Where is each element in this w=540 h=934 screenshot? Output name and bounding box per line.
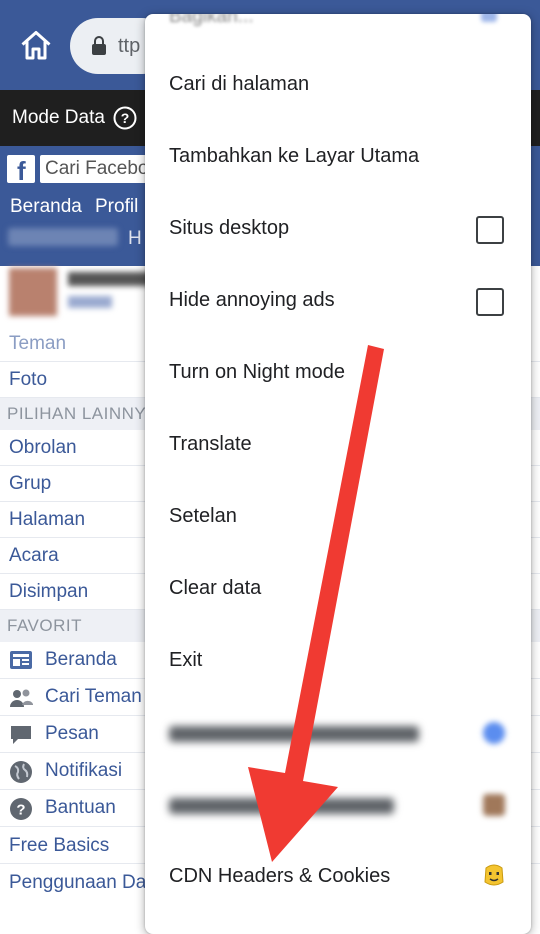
menu-label: Cari di halaman [169,73,310,95]
menu-item-translate[interactable]: Translate [145,410,531,482]
menu-item-add-to-home[interactable]: Tambahkan ke Layar Utama [145,122,531,194]
help-circle-icon[interactable]: ? [113,106,137,130]
menu-item-blurred-extension-1[interactable] [145,698,531,770]
menu-label: CDN Headers & Cookies [169,865,391,887]
menu-item-settings[interactable]: Setelan [145,482,531,554]
list-item-free-basics[interactable]: Free Basics [9,835,109,857]
menu-label: Hide annoying ads [169,289,335,311]
address-text[interactable]: ttp [118,35,140,58]
menu-label: Translate [169,433,252,455]
list-item-teman[interactable]: Teman [9,333,66,355]
globe-icon [10,761,32,783]
menu-item-hide-ads[interactable]: Hide annoying ads [145,266,531,338]
section-more-label: PILIHAN LAINNY [7,404,147,423]
list-item-disimpan[interactable]: Disimpan [9,581,88,603]
blurred-profile-sub [68,296,112,308]
menu-label: Turn on Night mode [169,361,346,383]
menu-item-night-mode[interactable]: Turn on Night mode [145,338,531,410]
blurred-tab [8,228,118,246]
news-feed-icon [10,651,32,669]
friends-icon [10,689,33,707]
help-icon: ? [10,798,32,820]
share-icon [481,14,497,22]
menu-label: Exit [169,649,203,671]
nav-profil[interactable]: Profil [95,196,138,218]
nav-beranda[interactable]: Beranda [10,196,82,218]
extension-icon [483,794,505,816]
fav-beranda[interactable]: Beranda [45,649,117,671]
menu-item-find-in-page[interactable]: Cari di halaman [145,50,531,122]
fav-bantuan[interactable]: Bantuan [45,797,116,819]
menu-label: Situs desktop [169,217,290,239]
blurred-label [169,798,394,814]
list-item-obrolan[interactable]: Obrolan [9,437,77,459]
desktop-site-checkbox[interactable] [476,216,504,244]
blurred-profile-name [68,272,152,286]
avatar[interactable] [9,268,57,316]
menu-label: Setelan [169,505,237,527]
menu-item-blurred-extension-2[interactable] [145,770,531,842]
fav-notifikasi[interactable]: Notifikasi [45,760,122,782]
facebook-logo-icon[interactable]: f [7,155,35,186]
menu-item-desktop-site[interactable]: Situs desktop [145,194,531,266]
list-item-grup[interactable]: Grup [9,473,51,495]
hide-ads-checkbox[interactable] [476,288,504,316]
facebook-search-input[interactable]: Cari Facebo [40,155,160,183]
home-icon[interactable] [18,28,54,64]
data-mode-label: Mode Data [12,107,105,128]
menu-item-exit[interactable]: Exit [145,626,531,698]
message-icon [11,726,31,744]
nav-partial[interactable]: H [128,228,142,250]
menu-label: Clear data [169,577,262,599]
blurred-label [169,726,419,742]
menu-item-cdn-headers[interactable]: CDN Headers & Cookies [145,842,531,914]
menu-label: Tambahkan ke Layar Utama [169,145,420,167]
list-item-acara[interactable]: Acara [9,545,59,567]
section-favorit-label: FAVORIT [7,616,82,635]
extension-icon [483,722,505,744]
menu-item-share-partial[interactable]: Bagikan... [169,14,254,28]
cookie-face-icon [484,864,504,886]
list-item-penggunaan-data[interactable]: Penggunaan Da [9,872,146,894]
menu-item-clear-data[interactable]: Clear data [145,554,531,626]
list-item-halaman[interactable]: Halaman [9,509,85,531]
list-item-foto[interactable]: Foto [9,369,47,391]
svg-text:?: ? [121,110,130,126]
fav-pesan[interactable]: Pesan [45,723,99,745]
fav-cari-teman[interactable]: Cari Teman [45,686,142,708]
overflow-menu: Bagikan... Cari di halaman Tambahkan ke … [145,14,531,934]
svg-text:?: ? [16,802,25,819]
search-placeholder: Cari Facebo [45,158,149,179]
lock-icon [92,36,106,55]
